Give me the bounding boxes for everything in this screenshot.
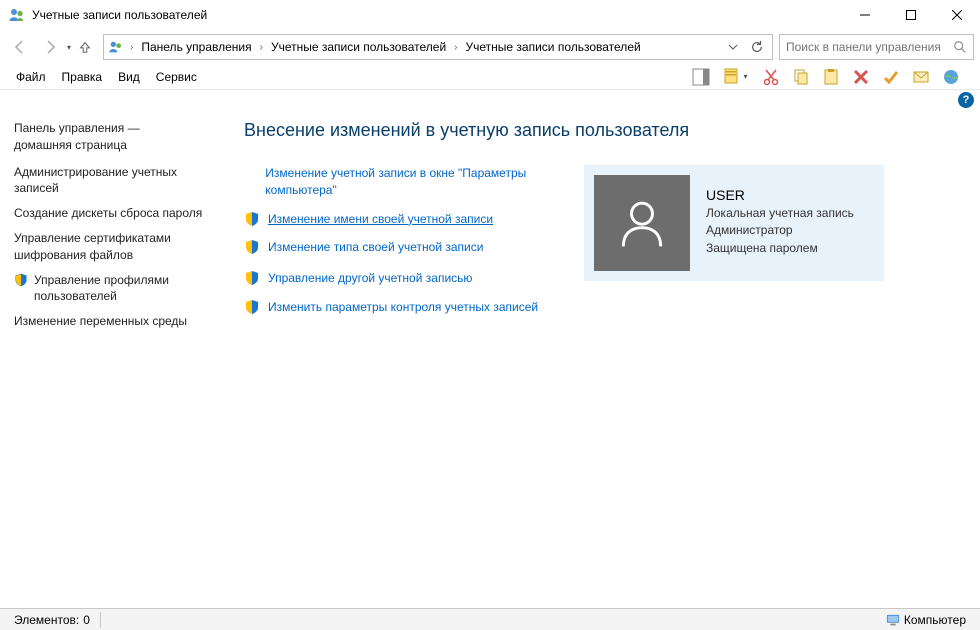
shield-icon: [14, 273, 28, 287]
panel-layout-button[interactable]: [688, 65, 714, 89]
status-separator: [100, 612, 101, 628]
menu-service[interactable]: Сервис: [148, 66, 205, 88]
title-bar: Учетные записи пользователей: [0, 0, 980, 30]
content-area: Панель управления — домашняя страница Ад…: [0, 110, 980, 608]
search-box[interactable]: [779, 34, 974, 60]
action-change-type[interactable]: Изменение типа своей учетной записи: [244, 239, 544, 256]
actions-list: Изменение учетной записи в окне "Парамет…: [244, 165, 544, 328]
globe-button[interactable]: [938, 65, 964, 89]
delete-button[interactable]: [848, 65, 874, 89]
sidebar-cert-files[interactable]: Управление сертификатами шифрования файл…: [14, 230, 206, 264]
window-controls: [842, 0, 980, 30]
close-button[interactable]: [934, 0, 980, 30]
status-computer: Компьютер: [880, 613, 972, 627]
address-dropdown-button[interactable]: [722, 36, 744, 58]
sidebar-user-profiles[interactable]: Управление профилями пользователей: [14, 272, 206, 306]
back-button[interactable]: [6, 33, 34, 61]
sidebar-item-label: Управление профилями пользователей: [34, 272, 206, 306]
page-heading: Внесение изменений в учетную запись поль…: [244, 120, 956, 141]
chevron-right-icon[interactable]: ›: [258, 42, 265, 53]
menu-file[interactable]: Файл: [8, 66, 54, 88]
status-computer-label: Компьютер: [904, 613, 966, 627]
address-bar[interactable]: › Панель управления › Учетные записи пол…: [103, 34, 773, 60]
user-info: USER Локальная учетная запись Администра…: [706, 175, 854, 257]
sidebar-password-disk[interactable]: Создание дискеты сброса пароля: [14, 205, 206, 222]
user-avatar: [594, 175, 690, 271]
breadcrumb-level2[interactable]: Учетные записи пользователей: [462, 38, 645, 56]
status-elements-count: 0: [83, 613, 90, 627]
search-input[interactable]: [786, 40, 953, 54]
action-change-name[interactable]: Изменение имени своей учетной записи: [244, 211, 544, 228]
shield-icon: [244, 211, 260, 227]
view-options-button[interactable]: ▾: [718, 65, 754, 89]
maximize-button[interactable]: [888, 0, 934, 30]
user-protected: Защищена паролем: [706, 240, 854, 257]
sidebar-item-label: Управление сертификатами шифрования файл…: [14, 230, 206, 264]
paste-button[interactable]: [818, 65, 844, 89]
menu-view[interactable]: Вид: [110, 66, 148, 88]
action-link-label: Изменение учетной записи в окне "Парамет…: [265, 165, 544, 199]
chevron-right-icon[interactable]: ›: [452, 42, 459, 53]
action-uac-params[interactable]: Изменить параметры контроля учетных запи…: [244, 299, 544, 316]
forward-button[interactable]: [36, 33, 64, 61]
refresh-button[interactable]: [746, 36, 768, 58]
sidebar-item-label: Администрирование учетных записей: [14, 164, 206, 198]
action-link-label: Изменение имени своей учетной записи: [268, 211, 493, 228]
nav-bar: ▾ › Панель управления › Учетные записи п…: [0, 30, 980, 64]
sidebar: Панель управления — домашняя страница Ад…: [0, 110, 220, 608]
sidebar-item-label: Изменение переменных среды: [14, 313, 187, 330]
action-manage-other[interactable]: Управление другой учетной записью: [244, 270, 544, 287]
search-icon[interactable]: [953, 40, 967, 54]
user-role: Администратор: [706, 222, 854, 239]
cut-button[interactable]: [758, 65, 784, 89]
sidebar-home-link[interactable]: Панель управления — домашняя страница: [14, 120, 206, 154]
sidebar-item-label: Создание дискеты сброса пароля: [14, 205, 202, 222]
action-change-pc-settings[interactable]: Изменение учетной записи в окне "Парамет…: [244, 165, 544, 199]
breadcrumb-level1[interactable]: Учетные записи пользователей: [267, 38, 450, 56]
computer-icon: [886, 614, 900, 626]
breadcrumb-root[interactable]: Панель управления: [137, 38, 255, 56]
action-link-label: Изменение типа своей учетной записи: [268, 239, 483, 256]
help-icon[interactable]: ?: [958, 92, 974, 108]
up-button[interactable]: [73, 35, 97, 59]
toolbar: ▾: [688, 65, 972, 89]
shield-icon: [244, 270, 260, 286]
sidebar-home-line1: Панель управления —: [14, 121, 140, 135]
chevron-right-icon[interactable]: ›: [128, 42, 135, 53]
status-elements-label: Элементов:: [14, 613, 79, 627]
user-card: USER Локальная учетная запись Администра…: [584, 165, 884, 281]
mail-button[interactable]: [908, 65, 934, 89]
sidebar-env-vars[interactable]: Изменение переменных среды: [14, 313, 206, 330]
confirm-button[interactable]: [878, 65, 904, 89]
user-name: USER: [706, 187, 854, 203]
copy-button[interactable]: [788, 65, 814, 89]
shield-icon: [244, 239, 260, 255]
sidebar-home-line2: домашняя страница: [14, 138, 127, 152]
shield-icon: [244, 299, 260, 315]
action-link-label: Изменить параметры контроля учетных запи…: [268, 299, 538, 316]
action-link-label: Управление другой учетной записью: [268, 270, 472, 287]
users-icon: [108, 39, 124, 55]
main-panel: Внесение изменений в учетную запись поль…: [220, 110, 980, 608]
status-bar: Элементов: 0 Компьютер: [0, 608, 980, 630]
window-title: Учетные записи пользователей: [32, 8, 842, 22]
help-row: ?: [0, 90, 980, 110]
status-elements: Элементов: 0: [8, 613, 96, 627]
history-dropdown-icon[interactable]: ▾: [67, 43, 71, 52]
minimize-button[interactable]: [842, 0, 888, 30]
user-type: Локальная учетная запись: [706, 205, 854, 222]
menu-bar: Файл Правка Вид Сервис ▾: [0, 64, 980, 90]
users-icon: [8, 6, 26, 24]
sidebar-admin-records[interactable]: Администрирование учетных записей: [14, 164, 206, 198]
menu-edit[interactable]: Правка: [54, 66, 111, 88]
